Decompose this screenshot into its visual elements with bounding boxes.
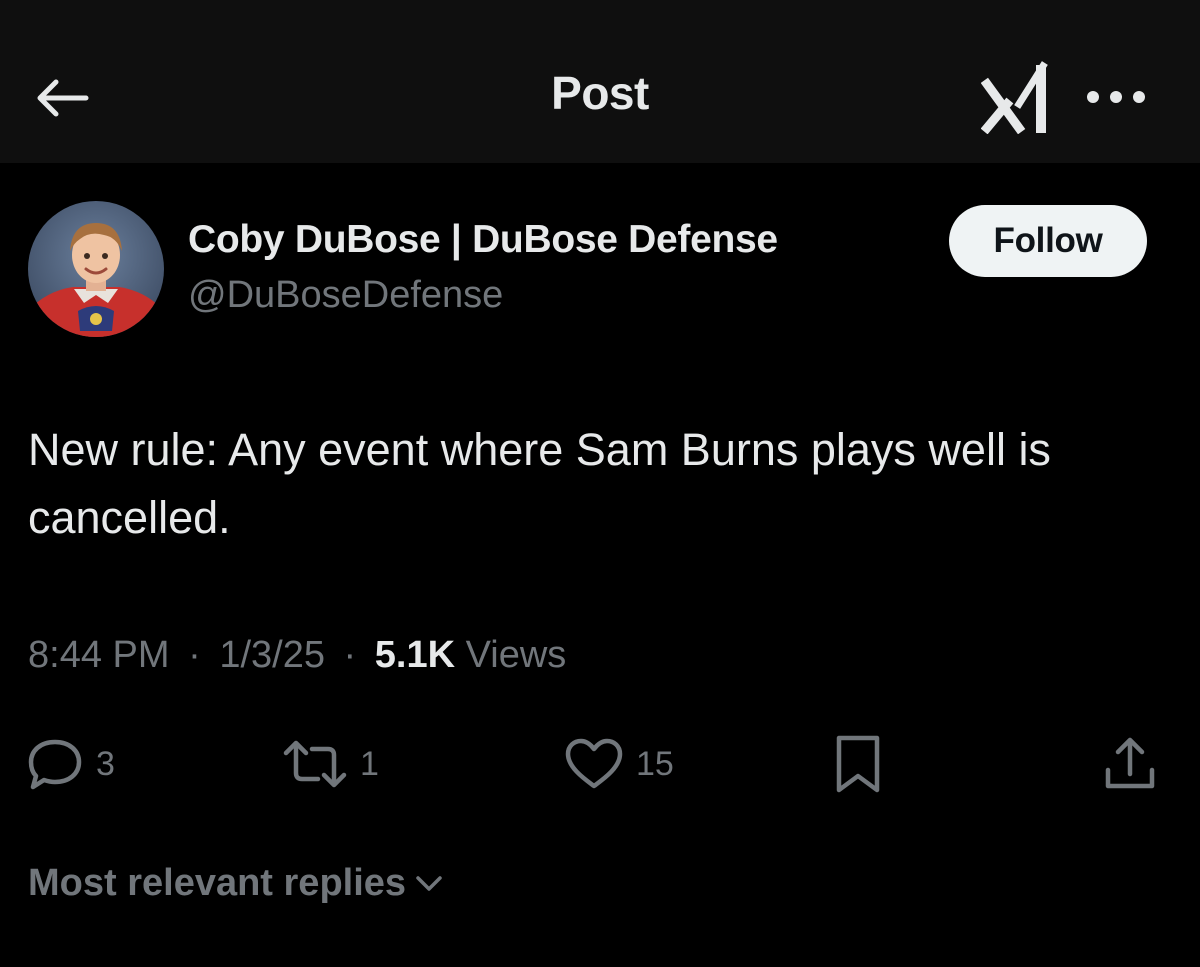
follow-button[interactable]: Follow — [949, 205, 1147, 277]
post-meta: 8:44 PM · 1/3/25 · 5.1K Views — [28, 634, 566, 677]
meta-separator: · — [188, 634, 201, 676]
avatar[interactable] — [28, 201, 164, 337]
views-label[interactable]: Views — [466, 634, 567, 676]
repost-button[interactable]: 1 — [282, 728, 379, 800]
author-handle[interactable]: @DuBoseDefense — [188, 274, 503, 317]
repost-icon — [283, 740, 347, 788]
replies-sort-dropdown[interactable]: Most relevant replies — [28, 862, 444, 905]
share-button[interactable] — [1100, 728, 1160, 800]
bookmark-button[interactable] — [832, 728, 884, 800]
more-options-button[interactable] — [1076, 74, 1156, 120]
reply-count: 3 — [96, 744, 115, 783]
top-bar: Post — [0, 0, 1200, 163]
replies-sort-label: Most relevant replies — [28, 862, 407, 904]
repost-count: 1 — [360, 744, 379, 783]
author-display-name[interactable]: Coby DuBose | DuBose Defense — [188, 218, 778, 262]
post-time[interactable]: 8:44 PM — [28, 634, 170, 676]
views-count[interactable]: 5.1K — [375, 634, 455, 676]
like-count: 15 — [636, 744, 674, 783]
more-dots-icon — [1087, 91, 1145, 103]
meta-separator: · — [343, 634, 357, 676]
reply-button[interactable]: 3 — [26, 728, 115, 800]
post-date[interactable]: 1/3/25 — [219, 634, 325, 676]
heart-icon — [565, 738, 623, 789]
like-button[interactable]: 15 — [564, 728, 674, 800]
chevron-down-icon — [414, 874, 444, 894]
share-icon — [1105, 737, 1155, 789]
grok-button[interactable] — [978, 56, 1056, 136]
bookmark-icon — [836, 735, 880, 793]
avatar-image — [28, 201, 164, 337]
reply-icon — [28, 739, 82, 790]
grok-icon — [981, 61, 1048, 134]
action-bar: 3 1 15 — [0, 728, 1200, 800]
post-text: New rule: Any event where Sam Burns play… — [28, 424, 1051, 543]
